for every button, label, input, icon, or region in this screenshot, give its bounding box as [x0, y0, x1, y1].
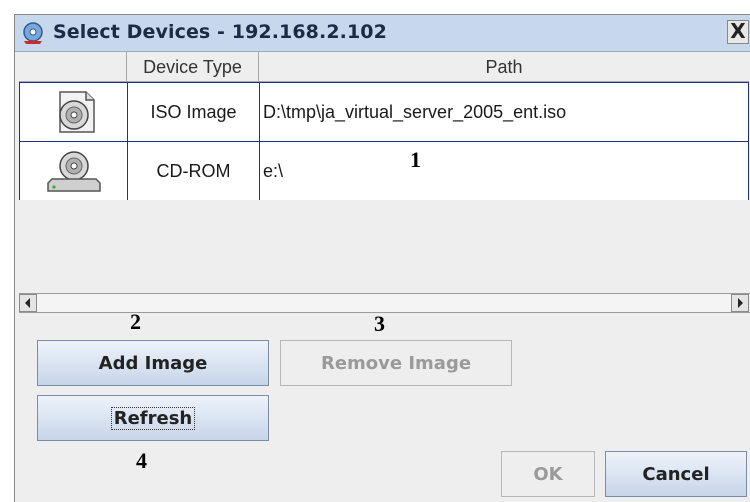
scroll-thumb[interactable] — [37, 294, 731, 312]
table-empty-area — [19, 200, 749, 294]
device-type-cell: CD-ROM — [128, 142, 260, 200]
scroll-right-button[interactable] — [731, 294, 749, 312]
column-header-icon[interactable] — [19, 52, 127, 82]
path-cell: e:\ — [263, 160, 284, 181]
ok-button[interactable]: OK — [501, 451, 595, 497]
callout-number: 1 — [410, 147, 421, 172]
arrow-left-icon — [25, 298, 30, 308]
table-row[interactable]: CD-ROM e:\ — [19, 141, 749, 201]
horizontal-scrollbar[interactable] — [19, 293, 750, 313]
select-devices-dialog: Select Devices - 192.168.2.102 X Device … — [14, 14, 750, 502]
device-type-cell: ISO Image — [128, 83, 260, 141]
column-header-path[interactable]: Path — [259, 52, 749, 82]
refresh-label: Refresh — [110, 406, 196, 430]
callout-number: 3 — [374, 311, 385, 336]
scroll-left-button[interactable] — [19, 294, 37, 312]
cd-rom-drive-icon — [20, 142, 128, 200]
callout-number: 4 — [136, 448, 147, 473]
cancel-button[interactable]: Cancel — [605, 451, 747, 497]
callout-number: 2 — [130, 309, 141, 334]
arrow-right-icon — [738, 298, 743, 308]
disc-app-icon — [23, 22, 43, 44]
remove-image-button[interactable]: Remove Image — [280, 340, 512, 386]
column-header-device-type[interactable]: Device Type — [127, 52, 259, 82]
refresh-button[interactable]: Refresh — [37, 395, 269, 441]
window-title: Select Devices - 192.168.2.102 — [53, 21, 387, 43]
table-row[interactable]: ISO Image D:\tmp\ja_virtual_server_2005_… — [19, 82, 749, 142]
title-bar[interactable]: Select Devices - 192.168.2.102 X — [15, 15, 750, 52]
device-table: Device Type Path ISO Image D:\tmp\ja_vir… — [19, 52, 750, 294]
close-button[interactable]: X — [727, 20, 749, 44]
add-image-button[interactable]: Add Image — [37, 340, 269, 386]
iso-image-icon — [20, 83, 128, 141]
path-cell: D:\tmp\ja_virtual_server_2005_ent.iso — [263, 101, 567, 122]
